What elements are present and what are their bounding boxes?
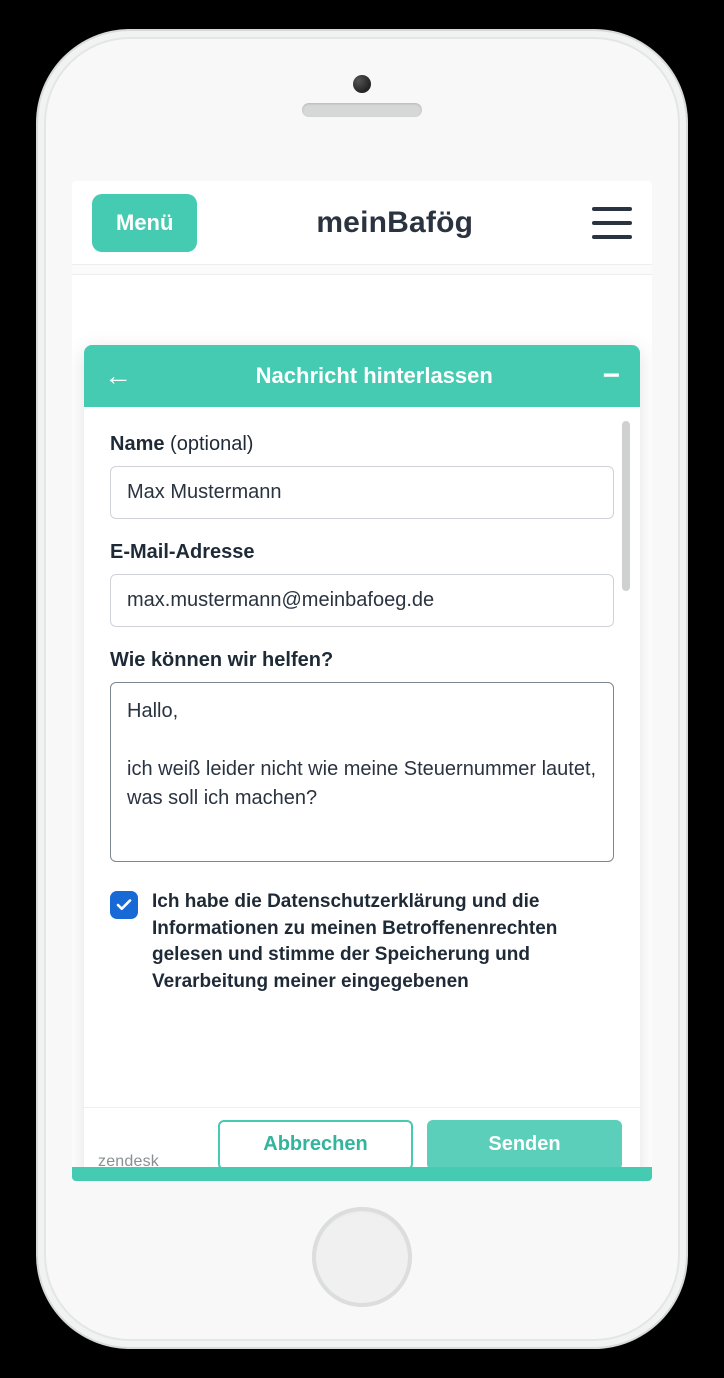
phone-frame: Menü meinBafög ← Nachricht hinterlassen … xyxy=(38,31,686,1347)
bottom-accent-bar xyxy=(72,1167,652,1181)
minimize-icon[interactable]: − xyxy=(602,361,620,391)
field-message: Wie können wir helfen? xyxy=(110,649,614,867)
name-optional-text: (optional) xyxy=(170,433,253,455)
check-icon xyxy=(115,896,133,914)
home-button[interactable] xyxy=(312,1207,412,1307)
page-content: ← Nachricht hinterlassen − Name (optiona… xyxy=(72,275,652,1181)
send-button[interactable]: Senden xyxy=(427,1120,622,1170)
brand-text-plain: mein xyxy=(316,206,387,239)
back-arrow-icon[interactable]: ← xyxy=(104,362,132,390)
screen: Menü meinBafög ← Nachricht hinterlassen … xyxy=(72,181,652,1181)
email-input[interactable] xyxy=(110,574,614,627)
widget-body: Name (optional) E-Mail-Adresse Wie könne… xyxy=(84,407,640,1107)
field-email: E-Mail-Adresse xyxy=(110,541,614,627)
message-textarea[interactable] xyxy=(110,682,614,862)
earpiece-speaker xyxy=(302,103,422,117)
widget-header: ← Nachricht hinterlassen − xyxy=(84,345,640,407)
name-label-text: Name xyxy=(110,433,164,455)
brand-text-bold: Bafög xyxy=(387,206,473,239)
widget-title: Nachricht hinterlassen xyxy=(146,363,602,389)
chat-widget: ← Nachricht hinterlassen − Name (optiona… xyxy=(84,345,640,1181)
header-divider xyxy=(72,265,652,275)
scrollbar[interactable] xyxy=(622,421,630,591)
field-name: Name (optional) xyxy=(110,433,614,519)
email-label: E-Mail-Adresse xyxy=(110,541,614,564)
app-header: Menü meinBafög xyxy=(72,181,652,265)
brand-logo: meinBafög xyxy=(209,206,580,240)
front-camera xyxy=(353,75,371,93)
consent-checkbox[interactable] xyxy=(110,891,138,919)
menu-button[interactable]: Menü xyxy=(92,194,197,252)
message-label: Wie können wir helfen? xyxy=(110,649,614,672)
cancel-button[interactable]: Abbrechen xyxy=(218,1120,413,1170)
hamburger-icon[interactable] xyxy=(592,207,632,239)
consent-text: Ich habe die Datenschutzerklärung und di… xyxy=(152,889,610,995)
name-input[interactable] xyxy=(110,466,614,519)
name-label: Name (optional) xyxy=(110,433,614,456)
consent-row: Ich habe die Datenschutzerklärung und di… xyxy=(110,889,614,995)
